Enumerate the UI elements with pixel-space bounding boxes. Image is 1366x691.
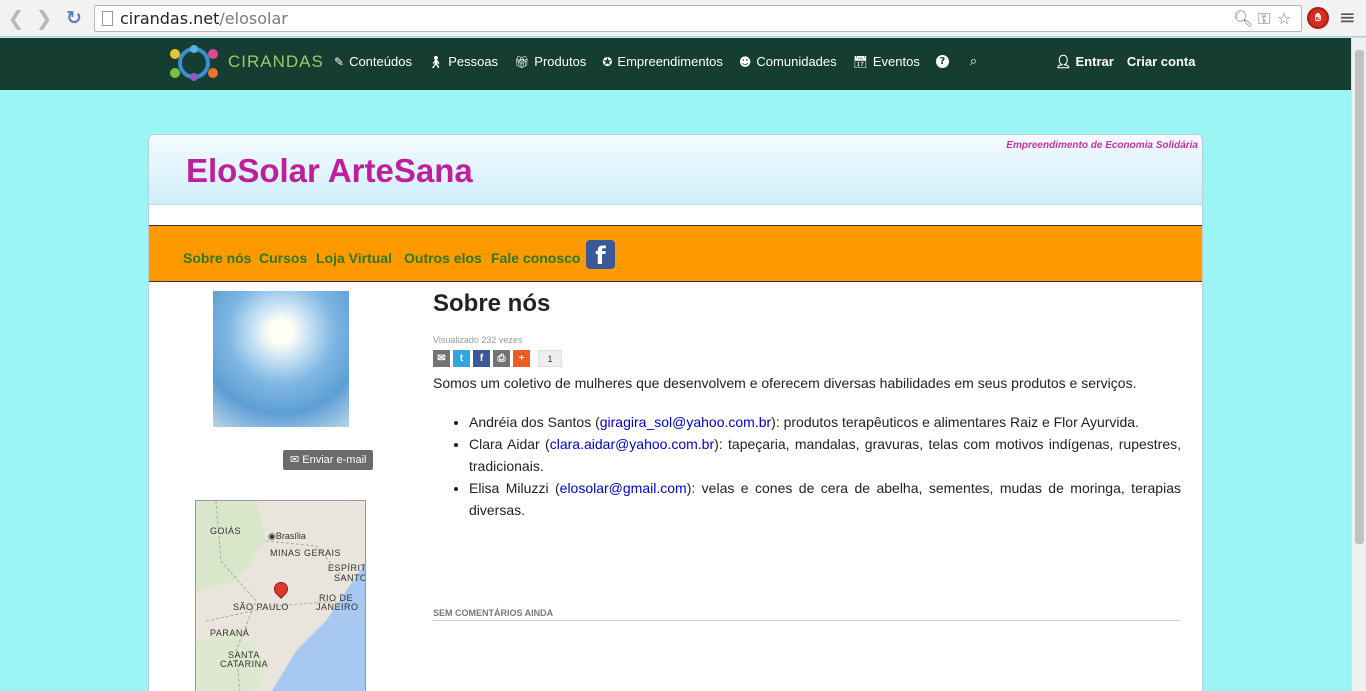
edit-icon: ✎ bbox=[334, 54, 345, 69]
login-label: Entrar bbox=[1075, 54, 1114, 69]
user-links: 👤︎ Entrar Criar conta bbox=[1055, 54, 1208, 70]
signup-link[interactable]: Criar conta bbox=[1127, 54, 1196, 70]
share-toolbar: ✉ t f ⎙ + 1 bbox=[433, 350, 1181, 367]
member-email-link[interactable]: clara.aidar@yahoo.com.br bbox=[550, 436, 714, 452]
share-count: 1 bbox=[538, 350, 562, 367]
gift-icon: 🎁︎ bbox=[514, 54, 530, 69]
map-label: SÃO PAULO bbox=[233, 602, 289, 612]
envelope-icon: ✉ bbox=[290, 454, 303, 466]
share-twitter-icon[interactable]: t bbox=[453, 350, 470, 367]
url-host: cirandas.net bbox=[120, 9, 220, 28]
map-label: JANEIRO bbox=[316, 602, 359, 612]
member-name: Andréia dos Santos ( bbox=[469, 414, 600, 430]
profile-image bbox=[213, 291, 349, 427]
bookmark-star-icon[interactable]: ☆ bbox=[1277, 9, 1291, 28]
menu-produtos[interactable]: 🎁︎ Produtos bbox=[514, 54, 586, 69]
map-label: SANTO bbox=[334, 573, 366, 583]
menu-conteudos[interactable]: ✎ Conteúdos bbox=[334, 54, 412, 69]
scroll-thumb[interactable] bbox=[1355, 50, 1364, 544]
profile-title[interactable]: EloSolar ArteSana bbox=[186, 152, 473, 190]
adblock-icon[interactable]: ✋︎ bbox=[1307, 7, 1329, 29]
reload-icon[interactable]: ↻ bbox=[63, 7, 85, 29]
calendar-icon: 📅︎ bbox=[852, 54, 868, 69]
comments-heading: SEM COMENTÁRIOS AINDA bbox=[433, 608, 1181, 621]
person-icon: 🚶︎ bbox=[427, 54, 444, 69]
menu-pessoas[interactable]: 🚶︎ Pessoas bbox=[428, 54, 498, 69]
member-email-link[interactable]: elosolar@gmail.com bbox=[560, 480, 687, 496]
menu-label: Empreendimentos bbox=[617, 54, 723, 69]
article: Sobre nós Visualizado 232 vezes ✉ t f ⎙ … bbox=[433, 290, 1181, 521]
send-email-label: Enviar e-mail bbox=[302, 454, 367, 466]
view-count: Visualizado 232 vezes bbox=[433, 335, 523, 345]
star-circle-icon: ✪ bbox=[602, 54, 613, 69]
menu-label: Conteúdos bbox=[349, 54, 412, 69]
map-label: Brasília bbox=[275, 531, 306, 541]
url-path: /elosolar bbox=[219, 9, 288, 28]
search-button[interactable]: ⌕ bbox=[970, 54, 982, 69]
user-icon: 👤︎ bbox=[1055, 55, 1072, 70]
map-label: CATARINA bbox=[220, 659, 269, 669]
url-text[interactable]: cirandas.net/elosolar bbox=[120, 9, 288, 28]
profile-box: Empreendimento de Economia Solidária Elo… bbox=[148, 134, 1203, 691]
users-icon: ☻ bbox=[738, 54, 752, 69]
help-button[interactable]: ? bbox=[935, 54, 954, 69]
scrollbar[interactable] bbox=[1351, 38, 1366, 691]
map-label: PARANÁ bbox=[210, 628, 250, 638]
share-email-icon[interactable]: ✉ bbox=[433, 350, 450, 367]
share-print-icon[interactable]: ⎙ bbox=[493, 350, 510, 367]
nav-cursos[interactable]: Cursos bbox=[259, 250, 307, 266]
key-icon[interactable]: ⚿ bbox=[1258, 9, 1270, 29]
cirandas-logo[interactable]: CIRANDAS bbox=[163, 44, 323, 82]
member-list: Andréia dos Santos (giragira_sol@yahoo.c… bbox=[433, 411, 1181, 521]
search-icon: ⌕ bbox=[969, 54, 978, 69]
nav-outros-elos[interactable]: Outros elos bbox=[404, 250, 482, 266]
profile-nav: Sobre nós Cursos Loja Virtual Outros elo… bbox=[149, 225, 1202, 282]
map-label: GOIÁS bbox=[210, 526, 242, 536]
site-topbar: CIRANDAS ✎ Conteúdos 🚶︎ Pessoas 🎁︎ Produtos… bbox=[0, 38, 1351, 90]
profile-header: Empreendimento de Economia Solidária Elo… bbox=[149, 135, 1202, 205]
address-bar[interactable]: cirandas.net/elosolar 🔍︎ ⚿ ☆ bbox=[94, 5, 1302, 32]
article-title: Sobre nós bbox=[433, 290, 551, 317]
list-item: Clara Aidar (clara.aidar@yahoo.com.br): … bbox=[469, 433, 1181, 477]
share-more-icon[interactable]: + bbox=[513, 350, 530, 367]
location-map[interactable]: GOIÁS ◉Brasília MINAS GERAIS ESPÍRITO SA… bbox=[195, 500, 366, 691]
map-label: ESPÍRITO bbox=[328, 563, 366, 573]
login-link[interactable]: 👤︎ Entrar bbox=[1055, 54, 1114, 70]
menu-eventos[interactable]: 📅︎ Eventos bbox=[853, 54, 920, 69]
facebook-icon[interactable]: f bbox=[586, 240, 615, 270]
member-name: Clara Aidar ( bbox=[469, 436, 550, 452]
menu-comunidades[interactable]: ☻ Comunidades bbox=[739, 54, 837, 69]
enterprise-tag: Empreendimento de Economia Solidária bbox=[1006, 140, 1198, 151]
share-facebook-icon[interactable]: f bbox=[473, 350, 490, 367]
page-icon bbox=[102, 11, 113, 26]
nav-loja-virtual[interactable]: Loja Virtual bbox=[316, 250, 392, 266]
browser-menu-icon[interactable]: ≡ bbox=[1339, 5, 1356, 29]
list-item: Andréia dos Santos (giragira_sol@yahoo.c… bbox=[469, 411, 1181, 433]
menu-empreendimentos[interactable]: ✪ Empreendimentos bbox=[602, 54, 723, 69]
send-email-button[interactable]: ✉ Enviar e-mail bbox=[283, 450, 374, 470]
list-item: Elisa Miluzzi (elosolar@gmail.com): vela… bbox=[469, 477, 1181, 521]
map-label: MINAS GERAIS bbox=[270, 548, 342, 558]
zoom-icon[interactable]: 🔍︎ bbox=[1233, 9, 1253, 28]
member-email-link[interactable]: giragira_sol@yahoo.com.br bbox=[600, 414, 771, 430]
menu-label: Eventos bbox=[872, 54, 920, 69]
menu-label: Comunidades bbox=[756, 54, 837, 69]
menu-label: Produtos bbox=[534, 54, 587, 69]
back-icon[interactable]: ❮ bbox=[5, 7, 27, 29]
member-name: Elisa Miluzzi ( bbox=[469, 480, 560, 496]
question-icon: ? bbox=[935, 55, 949, 68]
menu-label: Pessoas bbox=[448, 54, 499, 69]
nav-fale-conosco[interactable]: Fale conosco bbox=[491, 250, 580, 266]
member-desc: ): produtos terapêuticos e alimentares R… bbox=[771, 414, 1139, 430]
browser-toolbar: ❮ ❯ ↻ cirandas.net/elosolar 🔍︎ ⚿ ☆ ✋︎ ≡ bbox=[0, 0, 1366, 37]
logo-text: CIRANDAS bbox=[228, 52, 324, 71]
main-menu: ✎ Conteúdos 🚶︎ Pessoas 🎁︎ Produtos ✪ Empreen… bbox=[334, 54, 998, 69]
forward-icon[interactable]: ❯ bbox=[33, 7, 55, 29]
map-label-brasilia: ◉Brasília bbox=[268, 531, 306, 541]
cirandas-logo-mark bbox=[170, 45, 218, 81]
article-intro: Somos um coletivo de mulheres que desenv… bbox=[433, 375, 1137, 391]
nav-sobre-nos[interactable]: Sobre nós bbox=[183, 250, 251, 266]
